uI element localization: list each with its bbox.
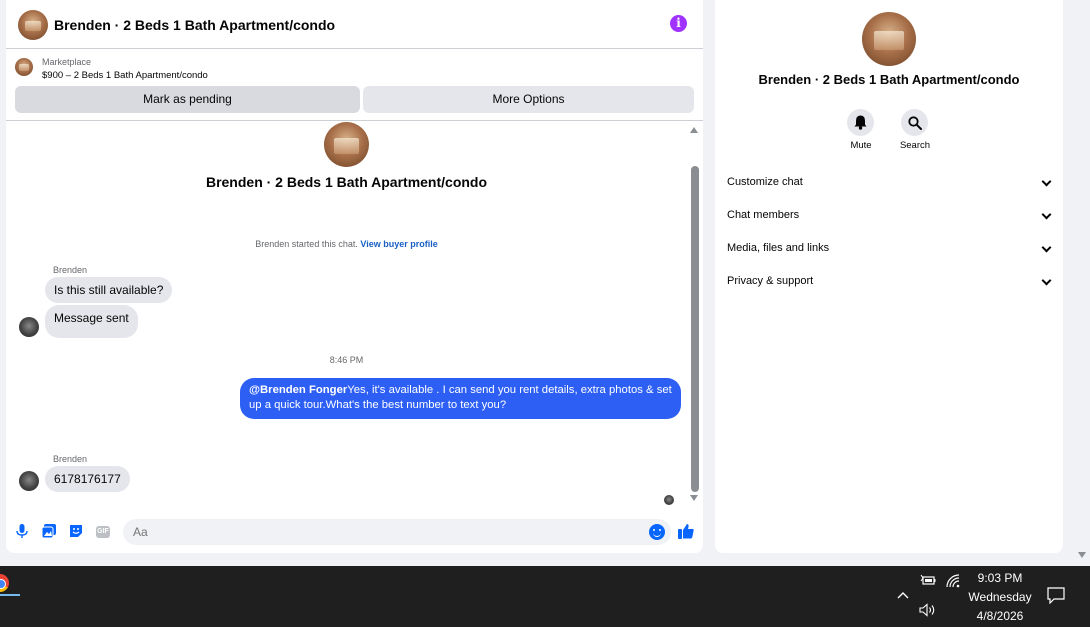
chat-header: Brenden · 2 Beds 1 Bath Apartment/condo … [6,0,703,49]
privacy-support-section[interactable]: Privacy & support [727,271,1052,291]
wifi-icon[interactable] [946,574,961,591]
active-app-indicator [0,594,20,596]
gif-icon[interactable]: GIF [96,526,110,538]
microphone-icon[interactable] [14,524,30,540]
customize-chat-section[interactable]: Customize chat [727,172,1052,192]
search-button[interactable] [901,109,928,136]
chat-members-section[interactable]: Chat members [727,205,1052,225]
sender-avatar[interactable] [19,471,39,491]
incoming-message[interactable]: 6178176177 [45,466,130,492]
view-buyer-profile-link[interactable]: View buyer profile [360,239,437,249]
section-label: Media, files and links [727,242,830,254]
photo-icon[interactable] [41,524,57,540]
clock-time[interactable]: 9:03 PM [960,571,1040,585]
outgoing-message[interactable]: @Brenden FongerYes, it's available . I c… [240,378,681,419]
section-label: Customize chat [727,176,803,188]
emoji-icon[interactable] [649,524,665,540]
listing-thumbnail[interactable] [15,58,33,76]
battery-icon[interactable] [920,574,936,589]
listing-label: Marketplace [42,57,92,67]
message-sender: Brenden [53,265,88,275]
listing-banner: Marketplace $900 – 2 Beds 1 Bath Apartme… [6,49,703,121]
details-title: Brenden · 2 Beds 1 Bath Apartment/condo [758,72,1020,87]
listing-avatar[interactable] [18,10,48,40]
scroll-down-arrow[interactable] [690,495,698,501]
chat-title[interactable]: Brenden · 2 Beds 1 Bath Apartment/condo [54,17,335,33]
incoming-message[interactable]: Is this still available? [45,277,173,303]
mention[interactable]: @Brenden Fonger [249,384,347,396]
chevron-down-icon [1041,275,1052,286]
more-options-button[interactable]: More Options [363,86,694,113]
taskbar: 9:03 PM Wednesday 4/8/2026 [0,566,1090,627]
intro-avatar[interactable] [324,122,369,167]
search-label: Search [899,140,931,151]
info-icon[interactable]: i [670,15,687,32]
message-input[interactable] [123,519,671,545]
section-label: Privacy & support [727,275,814,287]
chevron-down-icon [1041,209,1052,220]
sender-avatar[interactable] [19,317,39,337]
chat-panel: Brenden · 2 Beds 1 Bath Apartment/condo … [6,0,703,553]
details-avatar[interactable] [862,12,916,66]
chat-started-notice: Brenden started this chat. View buyer pr… [6,239,687,249]
message-composer: GIF [6,515,703,551]
show-hidden-icons-chevron-icon[interactable] [897,588,909,602]
chrome-icon[interactable] [0,574,9,592]
listing-price[interactable]: $900 – 2 Beds 1 Bath Apartment/condo [42,70,208,81]
seen-indicator-avatar [664,495,674,505]
search-icon [908,116,922,130]
message-sender: Brenden [53,454,88,464]
thumbs-up-icon[interactable] [678,523,694,539]
chevron-down-icon [1041,176,1052,187]
incoming-message[interactable]: Message sent [45,305,138,338]
bell-icon [854,115,867,130]
volume-icon[interactable] [919,603,937,620]
messages-scrollbar[interactable] [690,126,699,506]
scroll-thumb[interactable] [691,166,699,492]
started-text: Brenden started this chat. [255,239,358,249]
intro-title: Brenden · 2 Beds 1 Bath Apartment/condo [205,174,488,190]
message-timestamp: 8:46 PM [329,355,364,365]
chat-details-panel: Brenden · 2 Beds 1 Bath Apartment/condo … [715,0,1063,553]
section-label: Chat members [727,209,800,221]
mark-as-pending-button[interactable]: Mark as pending [15,86,360,113]
media-files-links-section[interactable]: Media, files and links [727,238,1052,258]
mute-label: Mute [850,140,872,151]
sticker-icon[interactable] [68,524,84,540]
clock-day[interactable]: Wednesday [960,590,1040,604]
mute-button[interactable] [847,109,874,136]
clock-date[interactable]: 4/8/2026 [960,609,1040,623]
page-scroll-down-arrow[interactable] [1078,552,1086,558]
notification-center-icon[interactable] [1047,587,1065,607]
scroll-up-arrow[interactable] [690,127,698,133]
chevron-down-icon [1041,242,1052,253]
